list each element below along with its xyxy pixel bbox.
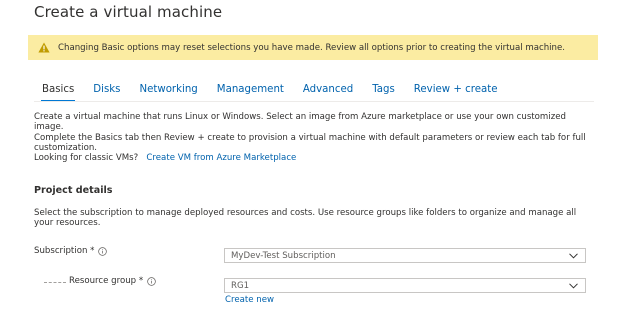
resource-group-label: Resource group * xyxy=(69,276,144,286)
classic-vm-line: Looking for classic VMs? Create VM from … xyxy=(34,153,594,163)
tab-bar: Basics Disks Networking Management Advan… xyxy=(38,84,512,102)
info-icon[interactable] xyxy=(147,276,156,286)
page-title: Create a virtual machine xyxy=(34,3,223,21)
warning-text: Changing Basic options may reset selecti… xyxy=(58,42,565,53)
tree-connector xyxy=(44,282,66,283)
subscription-value: MyDev-Test Subscription xyxy=(231,250,336,261)
create-new-resource-group-link[interactable]: Create new xyxy=(225,295,274,305)
chevron-down-icon xyxy=(569,283,578,289)
tab-management[interactable]: Management xyxy=(213,84,288,95)
intro-description: Create a virtual machine that runs Linux… xyxy=(34,112,594,163)
tab-advanced[interactable]: Advanced xyxy=(299,84,357,95)
create-vm-marketplace-link[interactable]: Create VM from Azure Marketplace xyxy=(146,153,296,163)
classic-vm-prefix: Looking for classic VMs? xyxy=(34,153,139,164)
resource-group-label-row: Resource group * xyxy=(69,276,156,286)
tab-review-create[interactable]: Review + create xyxy=(410,84,502,95)
project-details-description: Select the subscription to manage deploy… xyxy=(34,208,577,229)
tab-basics[interactable]: Basics xyxy=(38,84,78,102)
tab-networking[interactable]: Networking xyxy=(135,84,201,95)
project-details-heading: Project details xyxy=(34,185,113,196)
subscription-select[interactable]: MyDev-Test Subscription xyxy=(224,248,586,263)
intro-line-1: Create a virtual machine that runs Linux… xyxy=(34,112,566,133)
intro-line-2: Complete the Basics tab then Review + cr… xyxy=(34,132,586,153)
resource-group-value: RG1 xyxy=(231,280,250,291)
chevron-down-icon xyxy=(569,253,578,259)
tab-tags[interactable]: Tags xyxy=(368,84,399,95)
subscription-label: Subscription * xyxy=(34,246,95,256)
resource-group-select[interactable]: RG1 xyxy=(224,278,586,293)
subscription-label-row: Subscription * xyxy=(34,246,108,256)
tab-disks[interactable]: Disks xyxy=(89,84,124,95)
info-icon[interactable] xyxy=(98,246,108,256)
tab-divider xyxy=(34,101,594,102)
warning-icon xyxy=(38,42,50,53)
warning-banner: Changing Basic options may reset selecti… xyxy=(28,35,598,60)
